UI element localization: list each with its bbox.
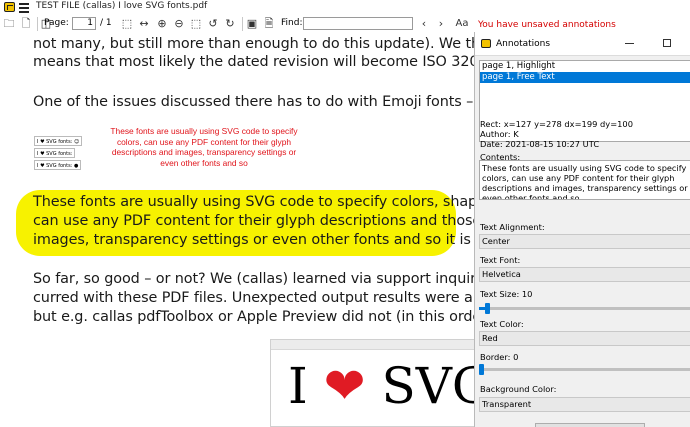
text-size-label: Text Size: 10 bbox=[480, 289, 533, 299]
annotations-panel: Annotations page 1, Highlight page 1, Fr… bbox=[474, 32, 690, 427]
annotation-list-item-selected[interactable]: page 1, Free Text bbox=[480, 72, 690, 83]
file-icon[interactable]: 🗋 bbox=[20, 18, 32, 30]
embedded-text-svg: SVG bbox=[381, 357, 476, 415]
background-color-label: Background Color: bbox=[480, 384, 557, 394]
doc-text-line: These fonts are usually using SVG code t… bbox=[33, 194, 476, 210]
find-previous-icon[interactable]: ‹ bbox=[418, 18, 430, 30]
doc-text-line: images, transparency settings or even ot… bbox=[33, 232, 476, 248]
title-bar: TEST FILE (callas) I love SVG fonts.pdf … bbox=[0, 0, 690, 30]
document-view[interactable]: not many, but still more than enough to … bbox=[0, 34, 476, 427]
page-total: / 1 bbox=[100, 18, 112, 28]
maximize-button[interactable] bbox=[663, 39, 671, 47]
svg-fonts-thumbnail: I ♥ SVG fonts: ☺ I ♥ SVG fonts: I ♥ SVG … bbox=[34, 134, 84, 178]
free-text-annotation[interactable]: These fonts are usually using SVG code t… bbox=[110, 126, 298, 168]
text-color-label: Text Color: bbox=[480, 319, 524, 329]
embedded-screenshot-image: I ❤ SVG bbox=[270, 339, 476, 427]
toolbar-separator bbox=[37, 17, 38, 31]
doc-text-line: not many, but still more than enough to … bbox=[33, 36, 476, 52]
app-logo-icon bbox=[4, 2, 15, 12]
annotation-date: Date: 2021-08-15 10:27 UTC bbox=[480, 139, 600, 149]
open-folder-icon[interactable]: 🗀 bbox=[3, 18, 15, 30]
doc-text-line: means that most likely the dated revisio… bbox=[33, 54, 476, 70]
text-alignment-label: Text Alignment: bbox=[480, 222, 545, 232]
zoom-in-icon[interactable]: ⊕ bbox=[156, 18, 168, 30]
doc-text-line: So far, so good – or not? We (callas) le… bbox=[33, 271, 476, 287]
presentation-icon[interactable]: ▣ bbox=[246, 18, 258, 30]
border-slider[interactable] bbox=[479, 364, 690, 375]
font-size-icon[interactable]: Aa bbox=[454, 18, 470, 30]
select-tool-icon[interactable]: ⬚ bbox=[190, 18, 202, 30]
toolbar-separator bbox=[242, 17, 243, 31]
rotate-right-icon[interactable]: ↻ bbox=[224, 18, 236, 30]
find-input[interactable] bbox=[303, 17, 413, 30]
delete-annotation-button[interactable] bbox=[535, 423, 645, 427]
text-font-label: Text Font: bbox=[480, 255, 521, 265]
doc-text-line: but e.g. callas pdfToolbox or Apple Prev… bbox=[33, 309, 476, 325]
document-properties-icon[interactable]: 🗎 bbox=[263, 18, 275, 30]
thumbnail-row: I ♥ SVG fonts: bbox=[34, 148, 76, 158]
panel-app-icon bbox=[481, 39, 491, 48]
doc-text-line: curred with these PDF files. Unexpected … bbox=[33, 290, 476, 306]
rotate-left-icon[interactable]: ↺ bbox=[207, 18, 219, 30]
embedded-text-i: I bbox=[288, 357, 308, 415]
thumbnail-row: I ♥ SVG fonts: ☺ bbox=[34, 136, 83, 146]
toolbar: 🗀 🗋 ◫ Page: 1 / 1 ⬚ ↔ ⊕ ⊖ ⬚ ↺ ↻ ▣ 🗎 Find… bbox=[0, 14, 476, 34]
annotation-rect-info: Rect: x=127 y=278 dx=199 dy=100 bbox=[480, 119, 633, 129]
hamburger-menu-icon[interactable] bbox=[19, 1, 29, 13]
doc-text-line: One of the issues discussed there has to… bbox=[33, 94, 476, 110]
border-slider-handle[interactable] bbox=[479, 364, 484, 375]
thumbnail-row: I ♥ SVG fonts: ● bbox=[34, 160, 82, 170]
text-font-select[interactable]: Helvetica bbox=[479, 267, 690, 282]
zoom-out-icon[interactable]: ⊖ bbox=[173, 18, 185, 30]
text-alignment-select[interactable]: Center bbox=[479, 234, 690, 249]
page-label: Page: bbox=[44, 18, 69, 28]
text-size-slider[interactable] bbox=[479, 303, 690, 314]
text-size-slider-handle[interactable] bbox=[485, 303, 490, 314]
annotations-panel-title: Annotations bbox=[496, 39, 551, 49]
embedded-window-bar bbox=[271, 340, 475, 350]
annotations-panel-header: Annotations bbox=[475, 32, 690, 56]
annotation-list-item[interactable]: page 1, Highlight bbox=[480, 61, 690, 72]
fit-width-icon[interactable]: ↔ bbox=[138, 18, 150, 30]
background-color-select[interactable]: Transparent bbox=[479, 397, 690, 412]
contents-textarea[interactable]: These fonts are usually using SVG code t… bbox=[479, 160, 690, 200]
annotation-author: Author: K bbox=[480, 129, 519, 139]
minimize-button[interactable] bbox=[625, 43, 634, 44]
find-next-icon[interactable]: › bbox=[435, 18, 447, 30]
text-color-select[interactable]: Red bbox=[479, 331, 690, 346]
window-title: TEST FILE (callas) I love SVG fonts.pdf bbox=[36, 1, 208, 11]
fit-page-icon[interactable]: ⬚ bbox=[121, 18, 133, 30]
border-label: Border: 0 bbox=[480, 352, 519, 362]
doc-text-line: can use any PDF content for their glyph … bbox=[33, 213, 476, 229]
heart-emoji-icon: ❤ bbox=[323, 357, 366, 415]
unsaved-annotations-notice: You have unsaved annotations bbox=[478, 20, 616, 30]
find-label: Find: bbox=[281, 18, 303, 28]
page-number-input[interactable]: 1 bbox=[72, 17, 96, 30]
i-love-svg-image-text: I ❤ SVG bbox=[288, 356, 476, 416]
